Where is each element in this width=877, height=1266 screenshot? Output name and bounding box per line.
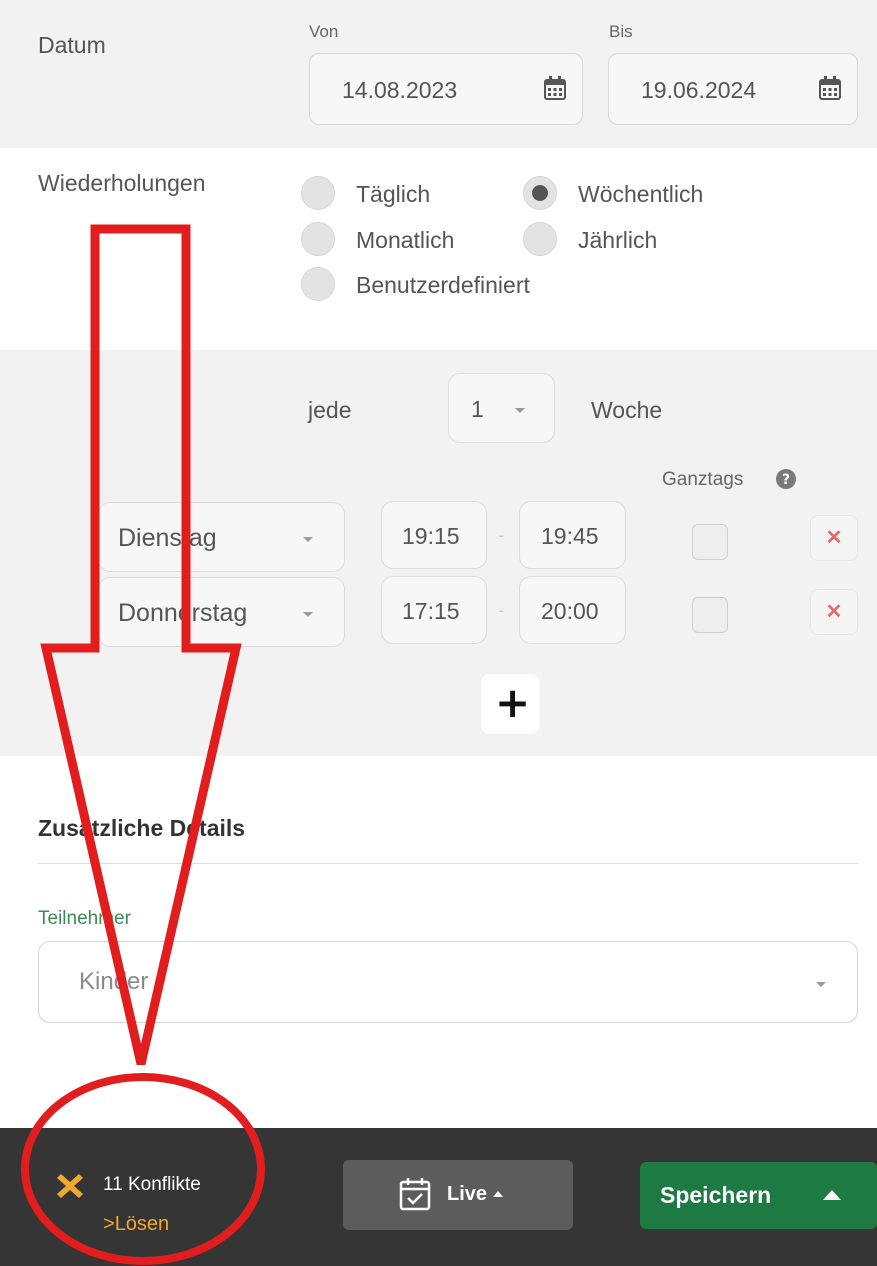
interval-unit: Woche	[591, 397, 663, 423]
add-time-button[interactable]: +	[481, 674, 539, 734]
end-time-value: 20:00	[541, 598, 599, 624]
interval-value: 1	[471, 396, 484, 422]
plus-icon: +	[495, 678, 531, 727]
recurrence-label: Wiederholungen	[38, 170, 206, 196]
start-time-input[interactable]: 17:15	[381, 576, 487, 644]
close-icon: ✕	[825, 527, 843, 549]
to-date-input[interactable]: 19.06.2024	[608, 53, 858, 125]
radio-custom-label: Benutzerdefiniert	[356, 272, 530, 298]
day-value: Dienstag	[118, 524, 217, 552]
caret-down-icon	[515, 408, 525, 413]
radio-yearly[interactable]	[523, 222, 557, 256]
day-select[interactable]: Dienstag	[98, 502, 345, 572]
radio-daily[interactable]	[301, 176, 335, 210]
day-value: Donnerstag	[118, 599, 248, 627]
participants-label: Teilnehmer	[38, 908, 131, 929]
details-heading: Zusätzliche Details	[38, 815, 246, 841]
calendar-check-icon	[399, 1178, 431, 1211]
radio-weekly-label: Wöchentlich	[578, 181, 704, 207]
caret-up-icon[interactable]	[823, 1190, 841, 1200]
end-time-value: 19:45	[541, 523, 599, 549]
caret-down-icon	[816, 982, 826, 987]
caret-down-icon	[303, 537, 313, 542]
radio-weekly[interactable]	[523, 176, 557, 210]
radio-yearly-label: Jährlich	[578, 227, 658, 253]
time-separator: -	[498, 600, 504, 620]
radio-monthly-label: Monatlich	[356, 227, 455, 253]
radio-monthly[interactable]	[301, 222, 335, 256]
live-label: Live	[447, 1183, 488, 1205]
to-date-value: 19.06.2024	[641, 77, 757, 103]
save-label: Speichern	[660, 1182, 772, 1208]
to-label: Bis	[609, 22, 633, 41]
all-day-checkbox[interactable]	[692, 597, 728, 633]
caret-down-icon	[303, 612, 313, 617]
resolve-label: Lösen	[114, 1213, 170, 1235]
calendar-icon[interactable]	[544, 76, 566, 100]
divider	[38, 863, 858, 864]
remove-row-button[interactable]: ✕	[810, 515, 858, 561]
svg-text:?: ?	[782, 472, 790, 488]
from-label: Von	[309, 22, 339, 41]
close-icon: ✕	[825, 601, 843, 623]
calendar-icon[interactable]	[819, 76, 841, 100]
radio-custom[interactable]	[301, 267, 335, 301]
question-circle-icon[interactable]: ?	[775, 468, 797, 490]
conflicts-count: 11 Konflikte	[103, 1174, 201, 1195]
end-time-input[interactable]: 19:45	[519, 501, 626, 569]
radio-daily-label: Täglich	[356, 181, 431, 207]
live-status-button[interactable]: Live	[343, 1160, 573, 1230]
remove-row-button[interactable]: ✕	[810, 589, 858, 635]
start-time-value: 17:15	[402, 598, 460, 624]
interval-select[interactable]: 1	[448, 373, 555, 443]
start-time-value: 19:15	[402, 523, 460, 549]
all-day-label: Ganztags	[662, 469, 744, 490]
date-label: Datum	[38, 32, 106, 58]
interval-prefix: jede	[308, 397, 352, 423]
time-separator: -	[498, 525, 504, 545]
from-date-value: 14.08.2023	[342, 77, 458, 103]
start-time-input[interactable]: 19:15	[381, 501, 487, 569]
from-date-input[interactable]: 14.08.2023	[309, 53, 583, 125]
participants-value: Kinder	[79, 968, 149, 995]
day-select[interactable]: Donnerstag	[98, 577, 345, 647]
chevron-right-icon: >	[103, 1213, 115, 1235]
conflict-x-icon	[55, 1170, 85, 1200]
save-button[interactable]: Speichern	[640, 1162, 877, 1229]
caret-up-icon	[493, 1191, 503, 1197]
resolve-link[interactable]: >Lösen	[103, 1213, 169, 1236]
participants-select[interactable]: Kinder	[38, 941, 858, 1023]
all-day-checkbox[interactable]	[692, 524, 728, 560]
end-time-input[interactable]: 20:00	[519, 576, 626, 644]
